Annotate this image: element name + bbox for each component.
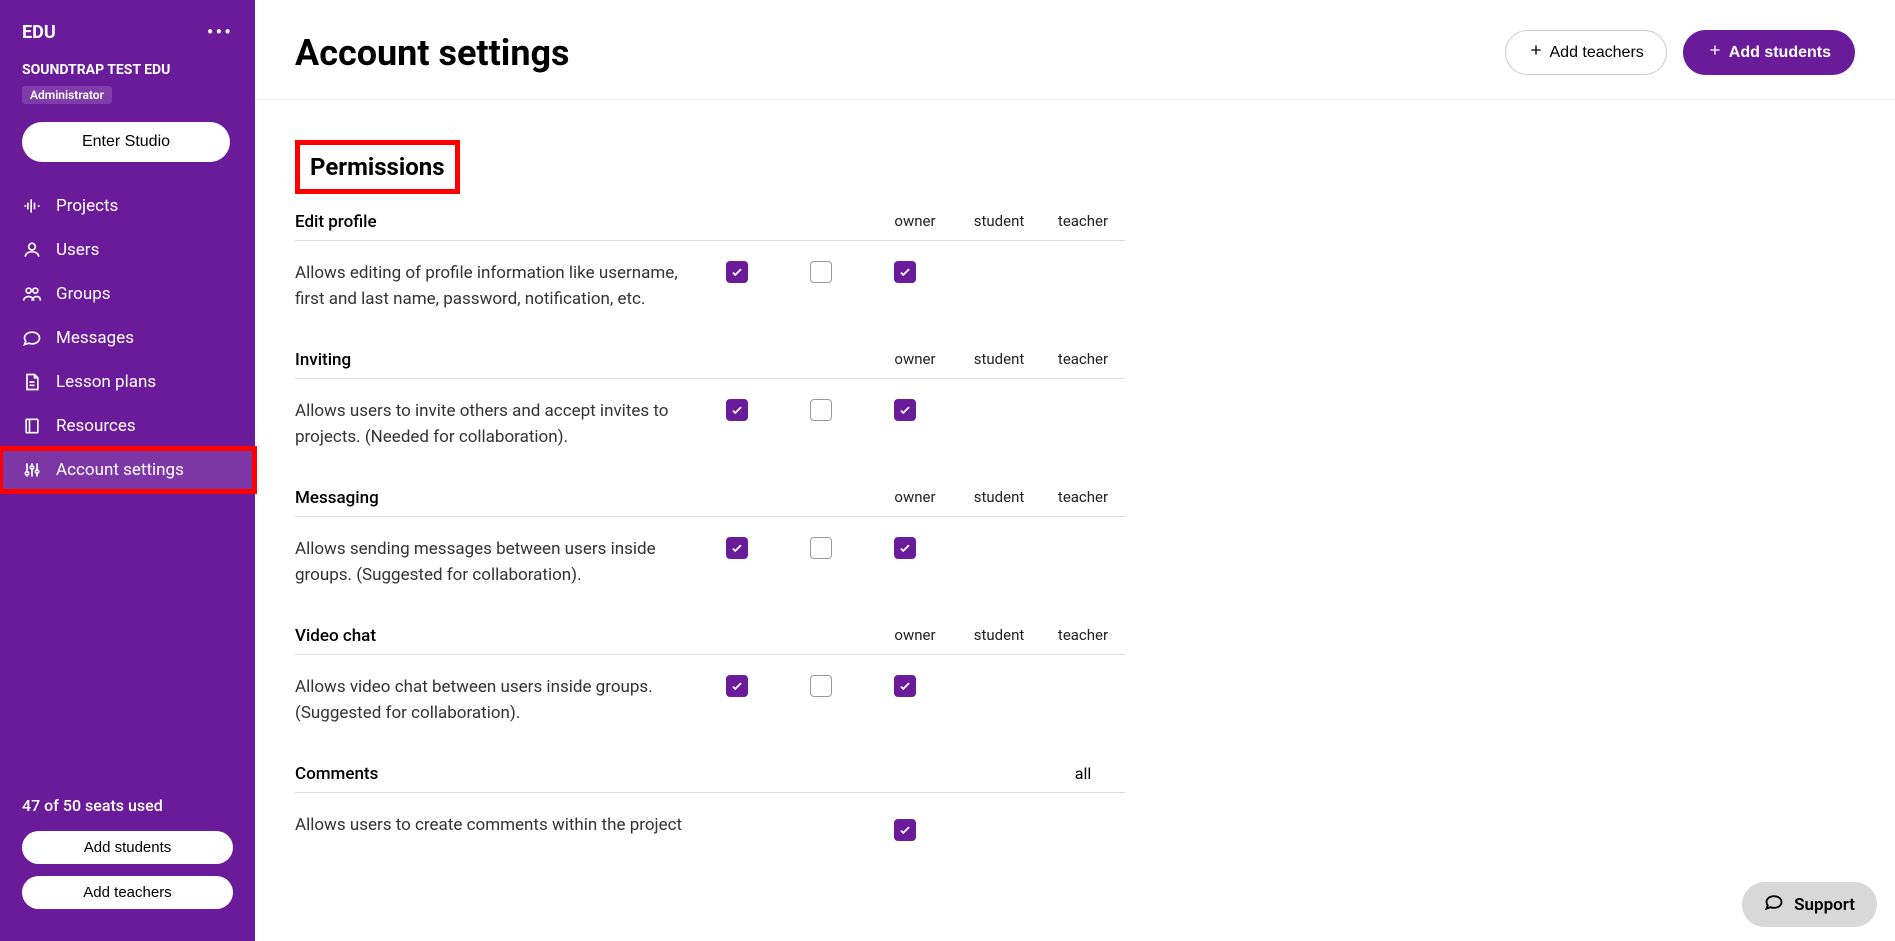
perm-col-owner: owner: [873, 350, 957, 370]
perm-desc: Allows video chat between users inside g…: [295, 675, 695, 726]
perm-row-header: Messaging owner student teacher: [295, 480, 1125, 517]
perm-name: Comments: [295, 764, 873, 784]
perm-col-owner: owner: [873, 626, 957, 646]
permissions-table: Edit profile owner student teacher Allow…: [295, 204, 1125, 839]
perm-desc: Allows users to create comments within t…: [295, 813, 695, 839]
checkbox-student[interactable]: [810, 399, 832, 421]
add-students-button[interactable]: Add students: [1683, 30, 1855, 75]
sidebar-item-messages[interactable]: Messages: [0, 316, 255, 360]
sidebar-item-projects[interactable]: Projects: [0, 184, 255, 228]
checkbox-teacher[interactable]: [894, 675, 916, 697]
book-icon: [22, 416, 42, 436]
chat-icon: [22, 328, 42, 348]
sidebar-item-label: Projects: [56, 196, 118, 216]
perm-name: Messaging: [295, 488, 873, 508]
checkbox-teacher[interactable]: [894, 261, 916, 283]
perm-col-teacher: teacher: [1041, 626, 1125, 646]
checkbox-owner[interactable]: [726, 399, 748, 421]
perm-name: Video chat: [295, 626, 873, 646]
perm-row-body: Allows users to invite others and accept…: [295, 379, 1125, 480]
sidebar-item-label: Messages: [56, 328, 134, 348]
sidebar-item-label: Groups: [56, 284, 111, 304]
button-label: Add students: [1729, 44, 1831, 62]
perm-row-header: Inviting owner student teacher: [295, 342, 1125, 379]
sidebar-item-label: Resources: [56, 416, 136, 436]
page-title: Account settings: [295, 32, 570, 74]
perm-col-teacher: teacher: [1041, 488, 1125, 508]
sidebar-item-label: Account settings: [56, 460, 184, 480]
more-menu-icon[interactable]: •••: [207, 20, 233, 44]
sidebar-item-label: Users: [56, 240, 99, 260]
perm-col-owner: owner: [873, 488, 957, 508]
seats-used-label: 47 of 50 seats used: [22, 796, 233, 815]
edu-label: EDU: [22, 22, 56, 43]
checkbox-all[interactable]: [894, 819, 916, 841]
sidebar-item-account-settings[interactable]: Account settings: [0, 448, 255, 492]
perm-col-owner: owner: [873, 212, 957, 232]
sidebar-item-lesson-plans[interactable]: Lesson plans: [0, 360, 255, 404]
perm-desc: Allows editing of profile information li…: [295, 261, 695, 312]
perm-row-body: Allows video chat between users inside g…: [295, 655, 1125, 756]
sliders-icon: [22, 460, 42, 480]
perm-name: Inviting: [295, 350, 873, 370]
users-icon: [22, 284, 42, 304]
document-icon: [22, 372, 42, 392]
checkbox-teacher[interactable]: [894, 399, 916, 421]
waveform-icon: [22, 196, 42, 216]
sidebar-add-students-button[interactable]: Add students: [22, 831, 233, 864]
sidebar-add-teachers-button[interactable]: Add teachers: [22, 876, 233, 909]
page-header: Account settings Add teachers Add studen…: [255, 0, 1895, 100]
checkbox-owner[interactable]: [726, 675, 748, 697]
perm-row-header: Comments all: [295, 756, 1125, 793]
sidebar-item-label: Lesson plans: [56, 372, 156, 392]
add-teachers-button[interactable]: Add teachers: [1505, 30, 1667, 75]
perm-desc: Allows sending messages between users in…: [295, 537, 695, 588]
plus-icon: [1707, 42, 1723, 63]
perm-row-body: Allows editing of profile information li…: [295, 241, 1125, 342]
sidebar-item-groups[interactable]: Groups: [0, 272, 255, 316]
sidebar: EDU ••• SOUNDTRAP TEST EDU Administrator…: [0, 0, 255, 941]
support-label: Support: [1794, 895, 1855, 915]
sidebar-item-resources[interactable]: Resources: [0, 404, 255, 448]
perm-col-teacher: teacher: [1041, 350, 1125, 370]
perm-col-all: all: [1041, 764, 1125, 784]
sidebar-item-users[interactable]: Users: [0, 228, 255, 272]
perm-col-student: student: [957, 488, 1041, 508]
perm-col-teacher: teacher: [1041, 212, 1125, 232]
checkbox-student[interactable]: [810, 675, 832, 697]
enter-studio-button[interactable]: Enter Studio: [22, 122, 230, 162]
plus-icon: [1528, 42, 1544, 63]
perm-row-header: Video chat owner student teacher: [295, 618, 1125, 655]
perm-name: Edit profile: [295, 212, 873, 232]
checkbox-student[interactable]: [810, 261, 832, 283]
checkbox-student[interactable]: [810, 537, 832, 559]
org-name: SOUNDTRAP TEST EDU: [22, 62, 233, 78]
perm-row-body: Allows users to create comments within t…: [295, 793, 1125, 839]
sidebar-nav: Projects Users Groups Messages Lesson pl…: [0, 184, 255, 796]
perm-row-header: Edit profile owner student teacher: [295, 204, 1125, 241]
perm-desc: Allows users to invite others and accept…: [295, 399, 695, 450]
permissions-heading-highlight: Permissions: [295, 140, 460, 194]
perm-col-student: student: [957, 350, 1041, 370]
button-label: Add teachers: [1550, 44, 1644, 62]
main-content: Account settings Add teachers Add studen…: [255, 0, 1895, 941]
perm-row-body: Allows sending messages between users in…: [295, 517, 1125, 618]
checkbox-owner[interactable]: [726, 261, 748, 283]
checkbox-teacher[interactable]: [894, 537, 916, 559]
role-badge: Administrator: [22, 86, 112, 104]
content-area: Permissions Edit profile owner student t…: [255, 100, 1895, 941]
checkbox-owner[interactable]: [726, 537, 748, 559]
perm-col-student: student: [957, 626, 1041, 646]
support-button[interactable]: Support: [1742, 882, 1877, 927]
permissions-heading: Permissions: [300, 145, 455, 189]
perm-col-student: student: [957, 212, 1041, 232]
user-icon: [22, 240, 42, 260]
chat-icon: [1764, 892, 1784, 917]
